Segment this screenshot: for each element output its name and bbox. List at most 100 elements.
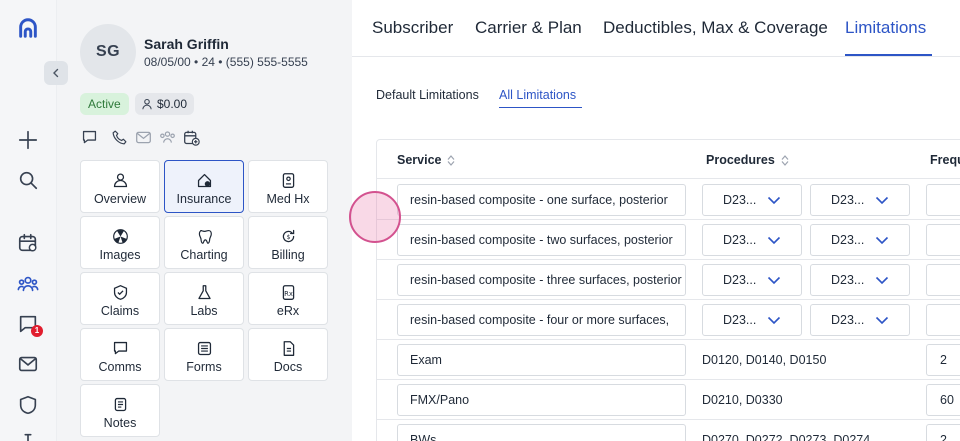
procedure-select[interactable]: D23... (810, 184, 910, 216)
patient-name: Sarah Griffin (144, 36, 229, 52)
search-icon[interactable] (14, 166, 42, 194)
tab-carrier-plan[interactable]: Carrier & Plan (475, 18, 582, 38)
limitations-table: Service Procedures Frequ resin-based com… (376, 139, 960, 441)
email-icon[interactable] (134, 128, 152, 146)
active-tab-indicator (845, 54, 932, 56)
erx-icon: Rx (279, 283, 297, 301)
procedure-select[interactable]: D23... (810, 264, 910, 296)
procedure-select[interactable]: D23... (702, 304, 802, 336)
tile-docs[interactable]: Docs (248, 328, 328, 381)
more-icon[interactable] (14, 428, 42, 441)
collapse-panel-button[interactable] (44, 61, 68, 85)
frequency-input[interactable]: 2 (926, 344, 960, 376)
patient-panel: SG Sarah Griffin 08/05/00 • 24 • (555) 5… (44, 0, 352, 441)
procedures-column-header[interactable]: Procedures (706, 153, 789, 167)
frequency-input[interactable] (926, 304, 960, 336)
subtab-all-limitations[interactable]: All Limitations (499, 88, 576, 102)
tile-comms[interactable]: Comms (80, 328, 160, 381)
service-input[interactable]: resin-based composite - three surfaces, … (397, 264, 686, 296)
sort-icon (781, 154, 789, 166)
chevron-down-icon (767, 236, 781, 245)
frequency-input[interactable] (926, 184, 960, 216)
tile-images[interactable]: Images (80, 216, 160, 269)
table-row: FMX/Pano D0210, D0330 60 (377, 380, 960, 420)
service-column-header[interactable]: Service (397, 153, 455, 167)
balance-value: $0.00 (157, 97, 188, 111)
table-row: resin-based composite - two surfaces, po… (377, 220, 960, 260)
mail-icon[interactable] (14, 350, 42, 378)
phone-icon[interactable] (110, 128, 128, 146)
chevron-down-icon (875, 196, 889, 205)
tab-deductibles[interactable]: Deductibles, Max & Coverage (603, 18, 828, 38)
claims-icon (111, 283, 129, 301)
schedule-icon[interactable] (14, 229, 42, 257)
service-input[interactable]: Exam (397, 344, 686, 376)
table-header: Service Procedures Frequ (377, 140, 960, 179)
frequency-input[interactable]: 60 (926, 384, 960, 416)
frequency-input[interactable] (926, 224, 960, 256)
tile-claims[interactable]: Claims (80, 272, 160, 325)
service-input[interactable]: resin-based composite - one surface, pos… (397, 184, 686, 216)
frequency-input[interactable] (926, 264, 960, 296)
procedure-codes: D0120, D0140, D0150 (702, 353, 827, 367)
svg-text:$: $ (286, 234, 290, 241)
chevron-down-icon (767, 316, 781, 325)
service-input[interactable]: BWs (397, 424, 686, 441)
procedure-select[interactable]: D23... (702, 264, 802, 296)
messages-badge: 1 (31, 325, 43, 337)
frequency-input[interactable]: 2 (926, 424, 960, 441)
family-icon[interactable] (158, 128, 176, 146)
images-icon (111, 227, 129, 245)
pointer-indicator (349, 191, 401, 243)
main-content: Subscriber Carrier & Plan Deductibles, M… (352, 0, 960, 441)
procedure-codes: D0210, D0330 (702, 393, 783, 407)
chevron-down-icon (875, 236, 889, 245)
table-row: resin-based composite - three surfaces, … (377, 260, 960, 300)
overview-icon (111, 171, 129, 189)
add-appointment-icon[interactable] (182, 128, 200, 146)
procedure-select[interactable]: D23... (702, 224, 802, 256)
procedure-select[interactable]: D23... (810, 304, 910, 336)
svg-text:Rx: Rx (284, 289, 293, 297)
shield-icon[interactable] (14, 391, 42, 419)
service-input[interactable]: FMX/Pano (397, 384, 686, 416)
chat-icon[interactable] (80, 128, 98, 146)
tile-med-hx[interactable]: Med Hx (248, 160, 328, 213)
subtab-default-limitations[interactable]: Default Limitations (376, 88, 479, 102)
service-input[interactable]: resin-based composite - two surfaces, po… (397, 224, 686, 256)
insurance-tabs: Subscriber Carrier & Plan Deductibles, M… (352, 0, 960, 57)
tile-overview[interactable]: Overview (80, 160, 160, 213)
add-icon[interactable] (14, 126, 42, 154)
frequency-column-header[interactable]: Frequ (930, 153, 960, 167)
table-row: resin-based composite - four or more sur… (377, 300, 960, 340)
balance-badge[interactable]: $0.00 (135, 93, 195, 115)
tile-forms[interactable]: Forms (164, 328, 244, 381)
active-subtab-indicator (499, 107, 582, 108)
service-input[interactable]: resin-based composite - four or more sur… (397, 304, 686, 336)
chevron-down-icon (875, 276, 889, 285)
tab-subscriber[interactable]: Subscriber (372, 18, 453, 38)
tile-notes[interactable]: Notes (80, 384, 160, 437)
logo-icon[interactable] (14, 14, 42, 42)
tooth-icon (195, 227, 213, 245)
comms-icon (111, 339, 129, 357)
tile-charting[interactable]: Charting (164, 216, 244, 269)
avatar: SG (80, 24, 136, 80)
tab-limitations[interactable]: Limitations (845, 18, 926, 38)
procedure-select[interactable]: D23... (702, 184, 802, 216)
table-row: Exam D0120, D0140, D0150 2 (377, 340, 960, 380)
chevron-down-icon (767, 276, 781, 285)
procedure-select[interactable]: D23... (810, 224, 910, 256)
tile-billing[interactable]: $ Billing (248, 216, 328, 269)
person-icon (142, 98, 152, 110)
tile-insurance[interactable]: Insurance (164, 160, 244, 213)
chevron-left-icon (53, 68, 59, 78)
patients-icon[interactable] (14, 270, 42, 298)
tile-labs[interactable]: Labs (164, 272, 244, 325)
docs-icon (279, 339, 297, 357)
forms-icon (195, 339, 213, 357)
status-badge: Active (80, 93, 129, 115)
tile-erx[interactable]: Rx eRx (248, 272, 328, 325)
chevron-down-icon (767, 196, 781, 205)
contact-actions (80, 128, 200, 146)
